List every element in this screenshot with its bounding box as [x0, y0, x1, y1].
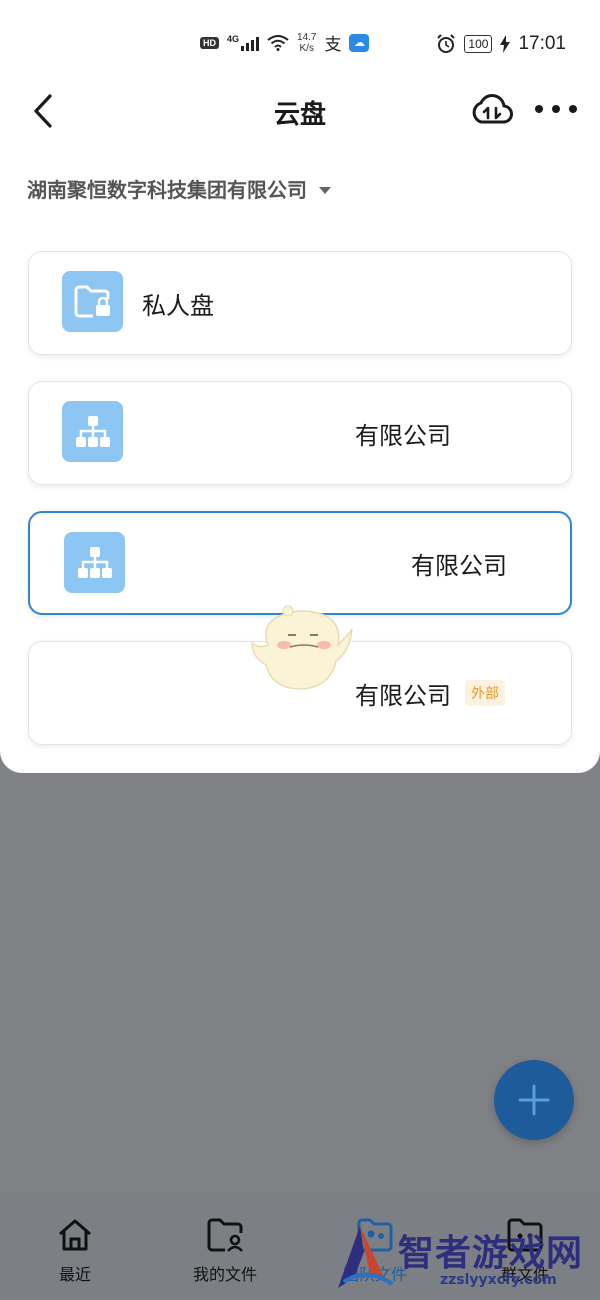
nav-item-label: 最近: [58, 1265, 91, 1284]
drive-card-label-row: 有限公司 外部: [355, 642, 505, 744]
wifi-icon: [267, 34, 289, 51]
network-speed-unit: K/s: [299, 42, 314, 54]
nav-item-label: 我的文件: [192, 1265, 257, 1284]
alarm-icon: [437, 34, 456, 53]
nav-item-recent[interactable]: 最近: [15, 1215, 135, 1285]
hd-badge: HD: [200, 36, 219, 49]
network-speed-value: 14.7: [297, 31, 317, 43]
battery-icon: 100: [464, 35, 493, 53]
app-header: 云盘: [0, 80, 600, 142]
more-dot-icon: [552, 105, 560, 113]
caret-down-icon: [319, 186, 331, 194]
user-folder-icon: [207, 1218, 243, 1252]
organization-name: 湖南聚恒数字科技集团有限公司: [27, 178, 307, 202]
cloud-transfer-icon: [472, 94, 513, 124]
org-chart-icon: [62, 401, 123, 462]
external-badge: 外部: [465, 680, 505, 706]
private-folder-lock-icon: [62, 271, 123, 332]
plus-icon: [518, 1084, 550, 1116]
status-right: 100 17:01: [436, 33, 566, 55]
site-watermark: 智者游戏网 zzslyyxcfy.com: [330, 1220, 600, 1300]
more-options-button[interactable]: [535, 94, 577, 124]
drive-card-label: 私人盘: [142, 291, 214, 320]
watermark-text: 智者游戏网: [398, 1233, 584, 1274]
status-bar: HD 4G 14.7 K/s 支 ☁ 100 17:01: [0, 0, 600, 80]
signal-icon: [241, 35, 260, 51]
network-speed: 14.7 K/s: [297, 32, 316, 54]
alipay-icon: 支: [324, 35, 342, 55]
charging-icon: [500, 35, 511, 53]
watermark-subtext: zzslyyxcfy.com: [440, 1272, 557, 1288]
org-chart-icon: [64, 532, 125, 593]
transfer-button[interactable]: [470, 90, 514, 130]
drive-card-label: 有限公司: [411, 551, 507, 580]
network-label: 4G: [227, 33, 240, 44]
watermark-logo-icon: [338, 1226, 394, 1288]
add-button[interactable]: [494, 1060, 574, 1140]
nav-item-my-files[interactable]: 我的文件: [165, 1215, 285, 1285]
mascot-sticker-icon: [251, 605, 353, 690]
cloud-drive-sheet: HD 4G 14.7 K/s 支 ☁ 100 17:01 云盘 湖南聚恒数字科技…: [0, 0, 600, 773]
drive-card-team-selected[interactable]: 有限公司: [28, 511, 572, 615]
weather-icon: ☁: [349, 33, 370, 52]
status-left: HD 4G 14.7 K/s 支 ☁: [200, 30, 370, 55]
more-dot-icon: [535, 105, 543, 113]
drive-card-team[interactable]: 有限公司: [28, 381, 572, 485]
drive-card-label: 有限公司: [355, 421, 451, 450]
drive-card-private[interactable]: 私人盘: [28, 251, 572, 355]
drive-card-label: 有限公司: [355, 681, 451, 710]
organization-selector[interactable]: 湖南聚恒数字科技集团有限公司: [27, 174, 331, 203]
clock: 17:01: [518, 33, 566, 54]
home-icon: [59, 1219, 91, 1251]
more-dot-icon: [569, 105, 577, 113]
